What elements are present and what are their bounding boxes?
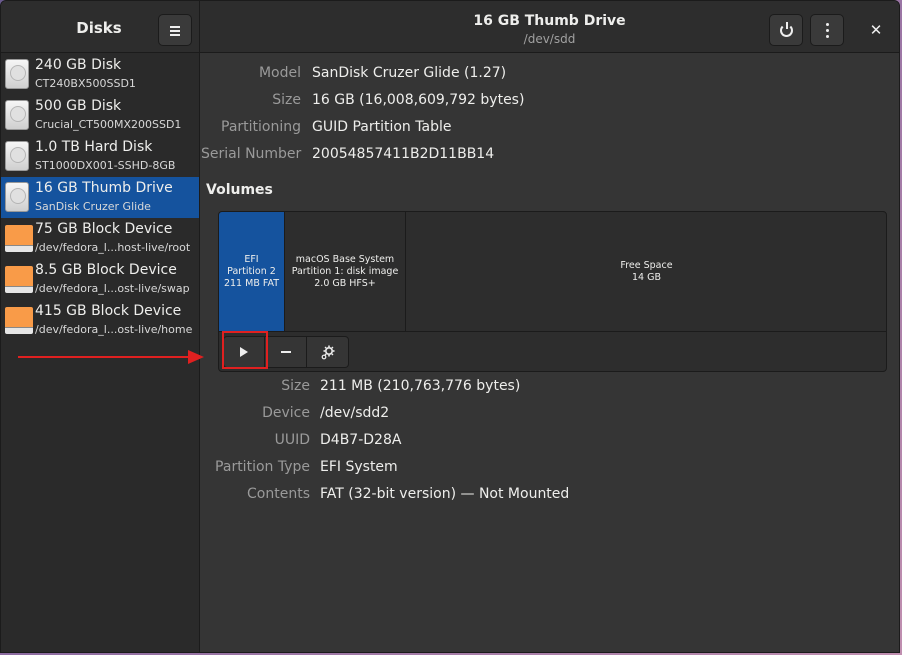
drive-model: /dev/fedora_l...ost-live/swap — [35, 282, 190, 295]
info-value: FAT (32-bit version) — Not Mounted — [320, 486, 570, 502]
info-label: UUID — [274, 432, 310, 448]
annotation-arrow-line — [18, 356, 190, 358]
annotation-highlight-box — [222, 331, 268, 369]
block-device-icon — [5, 223, 33, 253]
main-header: 16 GB Thumb Drive /dev/sdd ✕ — [200, 1, 899, 53]
close-icon: ✕ — [869, 21, 883, 39]
power-icon — [779, 21, 793, 37]
block-device-icon — [5, 305, 33, 335]
main-panel: 16 GB Thumb Drive /dev/sdd ✕ Model SanDi… — [200, 1, 899, 652]
drive-item-16gb-thumb-drive[interactable]: 16 GB Thumb Drive SanDisk Cruzer Glide — [1, 177, 199, 218]
drive-item-75gb-block-device[interactable]: 75 GB Block Device /dev/fedora_l...host-… — [1, 218, 199, 259]
info-label: Size — [281, 378, 310, 394]
info-value: 16 GB (16,008,609,792 bytes) — [312, 92, 525, 108]
drive-options-button[interactable] — [810, 14, 844, 46]
info-label: Contents — [247, 486, 310, 502]
hard-disk-icon — [5, 182, 31, 212]
info-label: Partitioning — [221, 119, 301, 135]
sidebar-header: Disks — [1, 1, 199, 53]
partition-efi[interactable]: EFI Partition 2 211 MB FAT — [219, 212, 285, 331]
drive-model: SanDisk Cruzer Glide — [35, 200, 151, 213]
volume-bar: EFI Partition 2 211 MB FAT macOS Base Sy… — [219, 212, 886, 332]
minus-icon — [280, 351, 291, 353]
partition-label: Partition 2 — [227, 265, 276, 277]
drive-name: 1.0 TB Hard Disk — [35, 139, 153, 155]
annotation-arrow-head-icon — [188, 350, 204, 364]
drive-model: /dev/fedora_l...host-live/root — [35, 241, 191, 254]
hamburger-menu-button[interactable] — [158, 14, 192, 46]
delete-partition-button[interactable] — [265, 336, 307, 368]
drive-list: 240 GB Disk CT240BX500SSD1 500 GB Disk C… — [1, 54, 199, 341]
partition-label: Free Space — [620, 259, 673, 271]
drive-name: 16 GB Thumb Drive — [35, 180, 173, 196]
info-value: 211 MB (210,763,776 bytes) — [320, 378, 521, 394]
drive-model: Crucial_CT500MX200SSD1 — [35, 118, 182, 131]
info-value: D4B7-D28A — [320, 432, 402, 448]
partition-label: macOS Base System — [295, 253, 395, 265]
block-device-icon — [5, 264, 33, 294]
hard-disk-icon — [5, 100, 31, 130]
drive-model: CT240BX500SSD1 — [35, 77, 136, 90]
drive-name: 8.5 GB Block Device — [35, 262, 177, 278]
info-label: Partition Type — [215, 459, 310, 475]
drive-item-415gb-block-device[interactable]: 415 GB Block Device /dev/fedora_l...ost-… — [1, 300, 199, 341]
drive-item-240gb-disk[interactable]: 240 GB Disk CT240BX500SSD1 — [1, 54, 199, 95]
info-value: 20054857411B2D11BB14 — [312, 146, 495, 162]
partition-macos-base-system[interactable]: macOS Base System Partition 1: disk imag… — [285, 212, 406, 331]
info-label: Size — [272, 92, 301, 108]
info-value: /dev/sdd2 — [320, 405, 390, 421]
power-off-button[interactable] — [769, 14, 803, 46]
vertical-dots-icon — [825, 22, 829, 38]
gears-icon — [321, 345, 334, 360]
sidebar: Disks 240 GB Disk CT240BX500SSD1 500 GB … — [1, 1, 200, 652]
volumes-graph: EFI Partition 2 211 MB FAT macOS Base Sy… — [218, 211, 887, 372]
close-button[interactable]: ✕ — [859, 14, 893, 46]
drive-name: 75 GB Block Device — [35, 221, 173, 237]
info-label: Device — [262, 405, 310, 421]
drive-item-1tb-hard-disk[interactable]: 1.0 TB Hard Disk ST1000DX001-SSHD-8GB — [1, 136, 199, 177]
drive-model: ST1000DX001-SSHD-8GB — [35, 159, 176, 172]
drive-name: 500 GB Disk — [35, 98, 122, 114]
drive-item-500gb-disk[interactable]: 500 GB Disk Crucial_CT500MX200SSD1 — [1, 95, 199, 136]
info-value: EFI System — [320, 459, 398, 475]
disks-window: Disks 240 GB Disk CT240BX500SSD1 500 GB … — [0, 0, 900, 653]
partition-label: 14 GB — [631, 271, 661, 283]
partition-label: EFI — [244, 253, 259, 265]
drive-name: 415 GB Block Device — [35, 303, 182, 319]
volumes-heading: Volumes — [206, 182, 273, 198]
hard-disk-icon — [5, 59, 31, 89]
hard-disk-icon — [5, 141, 31, 171]
partition-label: 211 MB FAT — [223, 277, 280, 289]
info-label: Model — [258, 65, 301, 81]
partition-options-button[interactable] — [307, 336, 349, 368]
drive-model: /dev/fedora_l...ost-live/home — [35, 323, 193, 336]
hamburger-menu-icon — [170, 25, 180, 36]
info-label: Serial Number — [201, 146, 302, 162]
partition-label: Partition 1: disk image — [291, 265, 399, 277]
drive-name: 240 GB Disk — [35, 57, 122, 73]
info-value: GUID Partition Table — [312, 119, 452, 135]
partition-free-space[interactable]: Free Space 14 GB — [406, 212, 886, 331]
partition-label: 2.0 GB HFS+ — [314, 277, 376, 289]
info-value: SanDisk Cruzer Glide (1.27) — [312, 65, 507, 81]
drive-item-8-5gb-block-device[interactable]: 8.5 GB Block Device /dev/fedora_l...ost-… — [1, 259, 199, 300]
